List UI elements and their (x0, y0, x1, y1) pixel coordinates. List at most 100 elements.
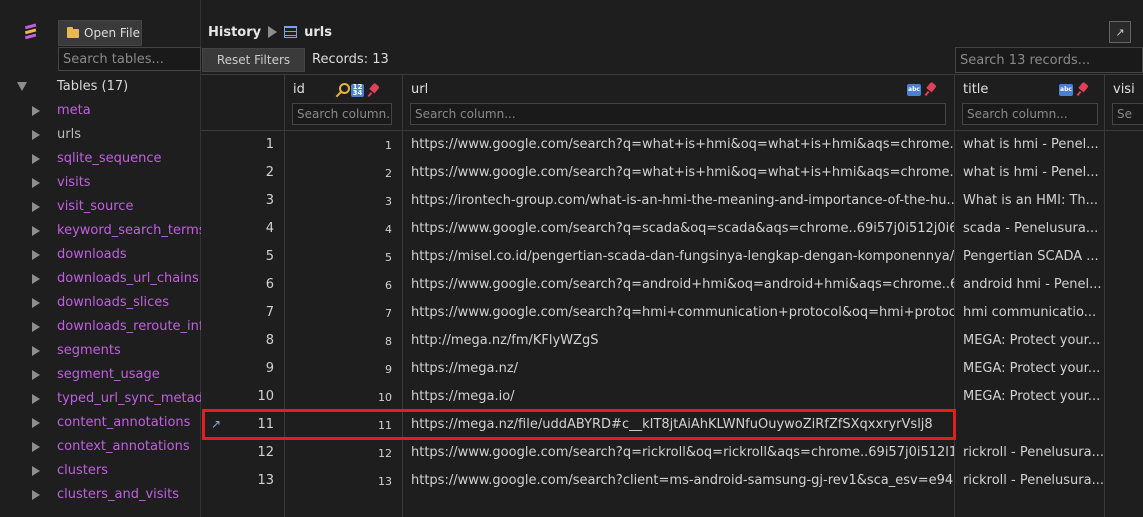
expand-arrow-icon[interactable] (32, 394, 40, 404)
title-cell[interactable]: rickroll - Penelusura... (955, 467, 1104, 495)
sidebar-item-table[interactable]: downloads (0, 244, 201, 268)
url-cell[interactable]: https://www.google.com/search?q=rickroll… (403, 439, 954, 467)
url-cell[interactable]: https://irontech-group.com/what-is-an-hm… (403, 187, 954, 215)
row-number-cell[interactable]: 9 (201, 355, 284, 383)
url-cell[interactable]: https://mega.nz/file/uddABYRD#c__kIT8jtA… (403, 411, 954, 439)
expand-arrow-icon[interactable] (32, 490, 40, 500)
id-cell[interactable]: 8 (285, 327, 402, 355)
expand-arrow-icon[interactable] (32, 226, 40, 236)
row-number-cell[interactable]: 13 (201, 467, 284, 495)
visit-count-column-header[interactable]: visi (1105, 75, 1143, 131)
title-cell[interactable]: what is hmi - Penel... (955, 159, 1104, 187)
expand-arrow-icon[interactable] (32, 106, 40, 116)
row-number-cell[interactable]: 8 (201, 327, 284, 355)
url-cell[interactable]: https://www.google.com/search?q=what+is+… (403, 131, 954, 159)
id-cell[interactable]: 7 (285, 299, 402, 327)
title-cell[interactable]: MEGA: Protect your... (955, 355, 1104, 383)
sidebar-item-table[interactable]: visit_source (0, 196, 201, 220)
id-column-header[interactable]: id 12 34 (285, 75, 402, 131)
row-number-cell[interactable]: 11 ↗ (201, 411, 284, 439)
title-cell[interactable]: MEGA: Protect your... (955, 383, 1104, 411)
url-cell[interactable]: https://mega.io/ (403, 383, 954, 411)
sidebar-item-table[interactable]: urls (0, 124, 201, 148)
id-cell[interactable]: 2 (285, 159, 402, 187)
url-column-header[interactable]: url abc (403, 75, 954, 131)
expand-arrow-icon[interactable] (32, 346, 40, 356)
expand-arrow-icon[interactable] (32, 202, 40, 212)
row-number-cell[interactable]: 5 (201, 243, 284, 271)
sidebar-item-table[interactable]: clusters_and_visits (0, 484, 201, 508)
sidebar-item-table[interactable]: segments (0, 340, 201, 364)
title-column-header[interactable]: title abc (955, 75, 1104, 131)
url-cell[interactable]: https://www.google.com/search?q=hmi+comm… (403, 299, 954, 327)
open-file-button[interactable]: Open File (58, 20, 142, 46)
url-column-search-input[interactable] (410, 103, 946, 125)
row-number-cell[interactable]: 1 (201, 131, 284, 159)
pin-icon[interactable] (368, 84, 380, 97)
id-cell[interactable]: 10 (285, 383, 402, 411)
collapse-triangle-icon[interactable] (17, 82, 27, 91)
title-cell[interactable]: scada - Penelusura... (955, 215, 1104, 243)
id-column-search-input[interactable] (292, 103, 392, 125)
tables-tree-header[interactable]: Tables (17) (0, 76, 201, 98)
title-cell[interactable] (955, 411, 1104, 439)
title-column-search-input[interactable] (962, 103, 1098, 125)
id-cell[interactable]: 3 (285, 187, 402, 215)
id-cell[interactable]: 11 (285, 411, 402, 439)
sidebar-item-table[interactable]: keyword_search_terms (0, 220, 201, 244)
title-cell[interactable]: MEGA: Protect your... (955, 327, 1104, 355)
reset-filters-button[interactable]: Reset Filters (202, 48, 305, 72)
row-number-cell[interactable]: 7 (201, 299, 284, 327)
title-cell[interactable]: hmi communicatio... (955, 299, 1104, 327)
expand-button[interactable]: ↗ (1109, 21, 1131, 43)
expand-arrow-icon[interactable] (32, 130, 40, 140)
row-number-cell[interactable]: 6 (201, 271, 284, 299)
sidebar-item-table[interactable]: clusters (0, 460, 201, 484)
row-number-cell[interactable]: 4 (201, 215, 284, 243)
expand-arrow-icon[interactable] (32, 250, 40, 260)
pin-icon[interactable] (925, 83, 937, 96)
expand-arrow-icon[interactable] (32, 418, 40, 428)
title-cell[interactable]: android hmi - Penel... (955, 271, 1104, 299)
sidebar-item-table[interactable]: sqlite_sequence (0, 148, 201, 172)
id-cell[interactable]: 1 (285, 131, 402, 159)
id-cell[interactable]: 13 (285, 467, 402, 495)
title-cell[interactable]: rickroll - Penelusura... (955, 439, 1104, 467)
id-cell[interactable]: 5 (285, 243, 402, 271)
row-number-cell[interactable]: 2 (201, 159, 284, 187)
title-cell[interactable]: What is an HMI: Th... (955, 187, 1104, 215)
url-cell[interactable]: https://mega.nz/ (403, 355, 954, 383)
id-cell[interactable]: 12 (285, 439, 402, 467)
url-cell[interactable]: https://www.google.com/search?q=scada&oq… (403, 215, 954, 243)
url-cell[interactable]: https://misel.co.id/pengertian-scada-dan… (403, 243, 954, 271)
sidebar-item-table[interactable]: content_annotations (0, 412, 201, 436)
sidebar-item-table[interactable]: typed_url_sync_metadata (0, 388, 201, 412)
sidebar-item-table[interactable]: downloads_slices (0, 292, 201, 316)
url-cell[interactable]: https://www.google.com/search?q=android+… (403, 271, 954, 299)
expand-arrow-icon[interactable] (32, 322, 40, 332)
id-cell[interactable]: 4 (285, 215, 402, 243)
pin-icon[interactable] (1077, 83, 1089, 96)
sidebar-item-table[interactable]: meta (0, 100, 201, 124)
title-cell[interactable]: Pengertian SCADA ... (955, 243, 1104, 271)
url-cell[interactable]: https://www.google.com/search?client=ms-… (403, 467, 954, 495)
row-number-cell[interactable]: 12 (201, 439, 284, 467)
sidebar-item-table[interactable]: downloads_url_chains (0, 268, 201, 292)
sidebar-item-table[interactable]: downloads_reroute_info (0, 316, 201, 340)
visit-count-search-input[interactable] (1112, 103, 1143, 125)
id-cell[interactable]: 6 (285, 271, 402, 299)
sidebar-item-table[interactable]: context_annotations (0, 436, 201, 460)
breadcrumb-database[interactable]: History (208, 25, 261, 40)
expand-arrow-icon[interactable] (32, 442, 40, 452)
expand-arrow-icon[interactable] (32, 178, 40, 188)
expand-arrow-icon[interactable] (32, 154, 40, 164)
sidebar-item-table[interactable]: segment_usage (0, 364, 201, 388)
row-number-cell[interactable]: 3 (201, 187, 284, 215)
row-number-cell[interactable]: 10 (201, 383, 284, 411)
search-tables-input[interactable] (58, 47, 201, 71)
id-cell[interactable]: 9 (285, 355, 402, 383)
title-cell[interactable]: what is hmi - Penel... (955, 131, 1104, 159)
expand-arrow-icon[interactable] (32, 466, 40, 476)
url-cell[interactable]: http://mega.nz/fm/KFlyWZgS (403, 327, 954, 355)
expand-arrow-icon[interactable] (32, 370, 40, 380)
